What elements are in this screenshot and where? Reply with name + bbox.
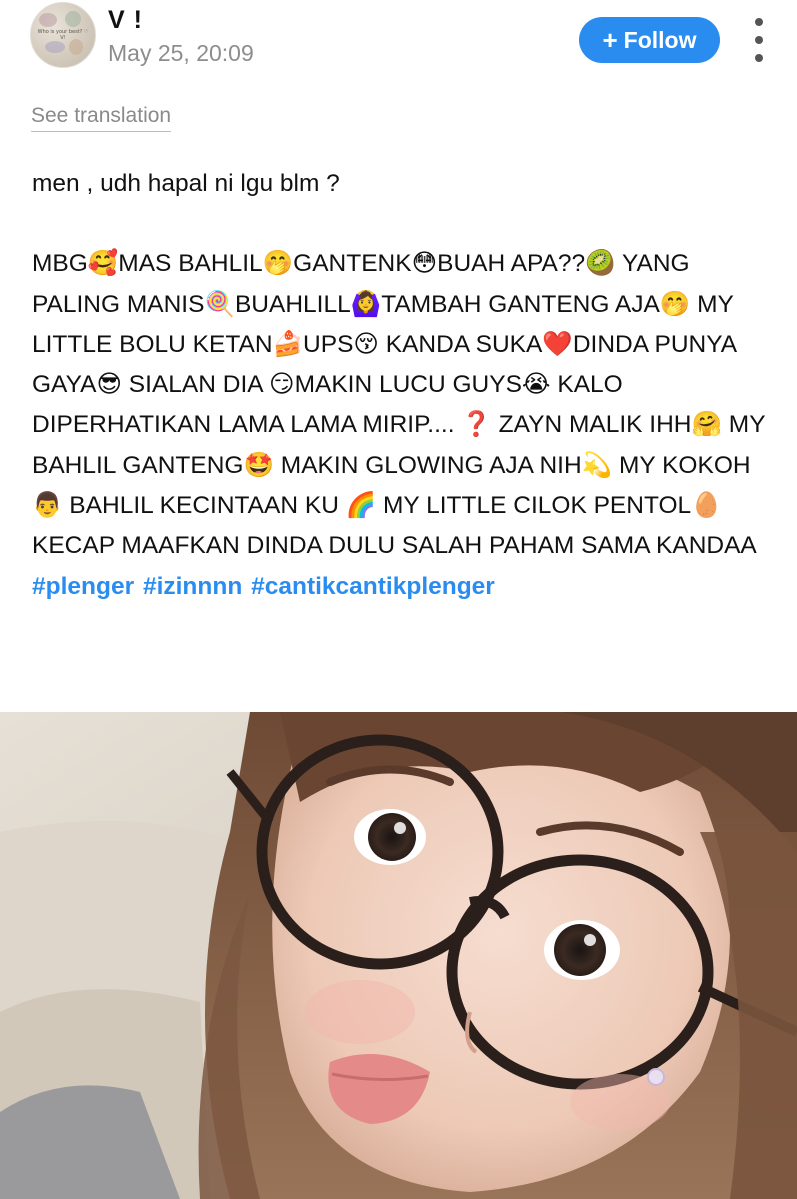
post-page: Who is your best? ♡ V! V ! May 25, 20:09… (0, 0, 797, 1199)
ellipsis-dot (755, 36, 763, 44)
post-photo[interactable] (0, 712, 797, 1199)
vertical-ellipsis-icon[interactable] (748, 18, 770, 62)
post-main-text: MBG🥰MAS BAHLIL🤭GANTENK😳BUAH APA??🥝 YANG … (32, 250, 766, 560)
hashtag-link[interactable]: #cantikcantikplenger (251, 573, 495, 600)
post-header: Who is your best? ♡ V! V ! May 25, 20:09… (0, 0, 797, 90)
plus-icon: + (602, 25, 618, 55)
selfie-photo-illustration (0, 712, 797, 1199)
see-translation-link[interactable]: See translation (31, 104, 172, 132)
avatar-decoration (45, 41, 65, 53)
post-timestamp: May 25, 20:09 (108, 40, 254, 66)
avatar-decoration (39, 13, 57, 27)
avatar-caption: Who is your best? ♡ V! (37, 29, 89, 41)
hashtag-list: #plenger #izinnnn #cantikcantikplenger (32, 567, 772, 607)
follow-button[interactable]: + Follow (579, 17, 720, 63)
ellipsis-dot (755, 54, 763, 62)
follow-button-label: Follow (623, 26, 697, 53)
avatar[interactable]: Who is your best? ♡ V! (30, 2, 96, 68)
hashtag-link[interactable]: #izinnnn (143, 573, 242, 600)
username[interactable]: V ! (108, 6, 143, 35)
hashtag-link[interactable]: #plenger (32, 573, 134, 600)
post-body: men , udh hapal ni lgu blm ? MBG🥰MAS BAH… (32, 164, 772, 607)
avatar-decoration (69, 39, 83, 55)
ellipsis-dot (755, 18, 763, 26)
avatar-decoration (65, 11, 81, 27)
post-intro-text: men , udh hapal ni lgu blm ? (32, 170, 340, 197)
